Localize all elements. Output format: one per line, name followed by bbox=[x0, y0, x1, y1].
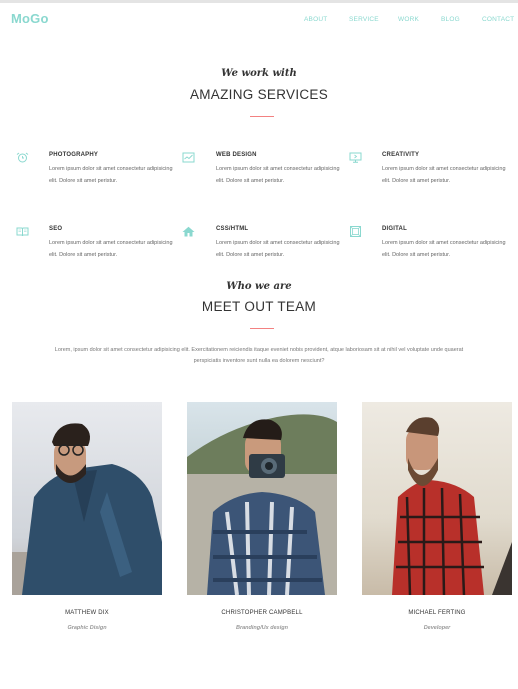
service-title-creativity: CREATIVITY bbox=[382, 152, 420, 158]
service-title-seo: SEO bbox=[49, 226, 63, 232]
team-photo-michael[interactable] bbox=[362, 402, 512, 595]
nav-work[interactable]: WORK bbox=[398, 16, 419, 23]
alarm-clock-icon bbox=[16, 152, 29, 163]
service-title-css-html: CSS/HTML bbox=[216, 226, 249, 232]
service-title-photography: PHOTOGRAPHY bbox=[49, 152, 99, 158]
team-divider bbox=[250, 328, 274, 329]
home-icon bbox=[182, 226, 195, 237]
member-role-matthew: Graphic Disign bbox=[67, 625, 107, 631]
member-role-christopher: Branding/Ux design bbox=[236, 625, 288, 631]
service-title-digital: DIGITAL bbox=[382, 226, 407, 232]
service-text-web-design: Lorem ipsum dolor sit amet consectetur a… bbox=[216, 166, 340, 184]
services-eyebrow: We work with bbox=[221, 68, 297, 79]
team-intro: Lorem, ipsum dolor sit amet consectetur … bbox=[54, 347, 464, 364]
team-title: MEET OUT TEAM bbox=[201, 299, 317, 314]
team-photo-christopher[interactable] bbox=[187, 402, 337, 595]
nav-contact[interactable]: CONTACT bbox=[482, 16, 514, 23]
service-text-css-html: Lorem ipsum dolor sit amet consectetur a… bbox=[216, 240, 340, 258]
frame-icon bbox=[350, 226, 361, 237]
monitor-icon bbox=[349, 152, 362, 163]
services-divider bbox=[250, 116, 274, 117]
member-name-christopher: CHRISTOPHER CAMPBELL bbox=[221, 610, 303, 616]
service-text-seo: Lorem ipsum dolor sit amet consectetur a… bbox=[49, 240, 173, 258]
book-icon bbox=[16, 227, 29, 237]
service-text-creativity: Lorem ipsum dolor sit amet consectetur a… bbox=[382, 166, 506, 184]
service-text-digital: Lorem ipsum dolor sit amet consectetur a… bbox=[382, 240, 506, 258]
team-eyebrow: Who we are bbox=[226, 281, 292, 292]
team-photo-matthew[interactable] bbox=[12, 402, 162, 595]
chart-window-icon bbox=[182, 152, 195, 163]
service-title-web-design: WEB DESIGN bbox=[216, 152, 257, 158]
services-title: AMAZING SERVICES bbox=[189, 87, 329, 102]
service-text-photography: Lorem ipsum dolor sit amet consectetur a… bbox=[49, 166, 173, 184]
member-name-matthew: MATTHEW DIX bbox=[65, 610, 109, 616]
nav-blog[interactable]: BLOG bbox=[441, 16, 460, 23]
navbar: MoGo ABOUT SERVICE WORK BLOG CONTACT bbox=[0, 3, 518, 35]
logo[interactable]: MoGo bbox=[11, 11, 49, 26]
member-name-michael: MICHAEL FERTING bbox=[408, 610, 466, 616]
nav-about[interactable]: ABOUT bbox=[304, 16, 327, 23]
nav-service[interactable]: SERVICE bbox=[349, 16, 379, 23]
member-role-michael: Developer bbox=[423, 625, 451, 631]
